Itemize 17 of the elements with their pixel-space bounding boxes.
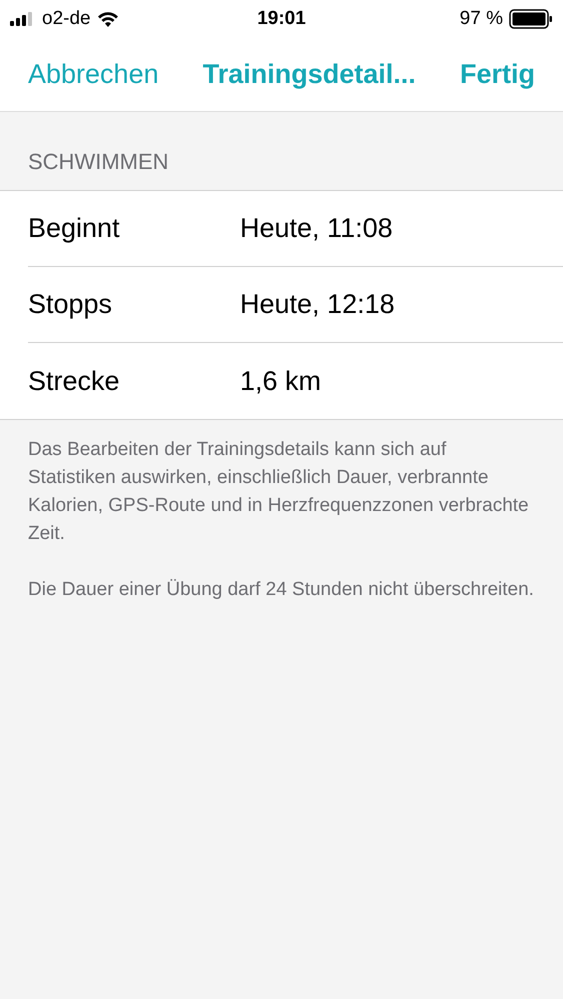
footer-note: Das Bearbeiten der Trainingsdetails kann sich auf Statistiken auswirken, einschließlich Dauer, verbrannte Kalorien, GPS-Route und in Herzfrequenzzonen verbrachte Zeit. — [28, 438, 530, 546]
wifi-icon — [96, 11, 119, 27]
row-value: Heute, 11:08 — [240, 212, 393, 246]
battery-percent: 97 % — [460, 6, 503, 31]
footer-note: Die Dauer einer Übung darf 24 Stunden nicht überschreiten. — [28, 578, 535, 602]
row-label: Stopps — [28, 288, 114, 322]
row-label: Strecke — [28, 364, 121, 398]
cancel-button[interactable]: Abbrechen — [28, 54, 159, 95]
nav-title: Trainingsdetail... — [202, 58, 416, 92]
row-value: Heute, 12:18 — [240, 288, 395, 322]
clock-time: 19:01 — [257, 6, 306, 31]
battery-icon — [508, 9, 553, 29]
section-header: SCHWIMMEN — [28, 148, 169, 176]
row-label: Beginnt — [28, 212, 121, 246]
carrier-name: o2-de — [42, 6, 91, 31]
done-button[interactable]: Fertig — [460, 54, 535, 95]
row-value: 1,6 km — [240, 364, 322, 398]
